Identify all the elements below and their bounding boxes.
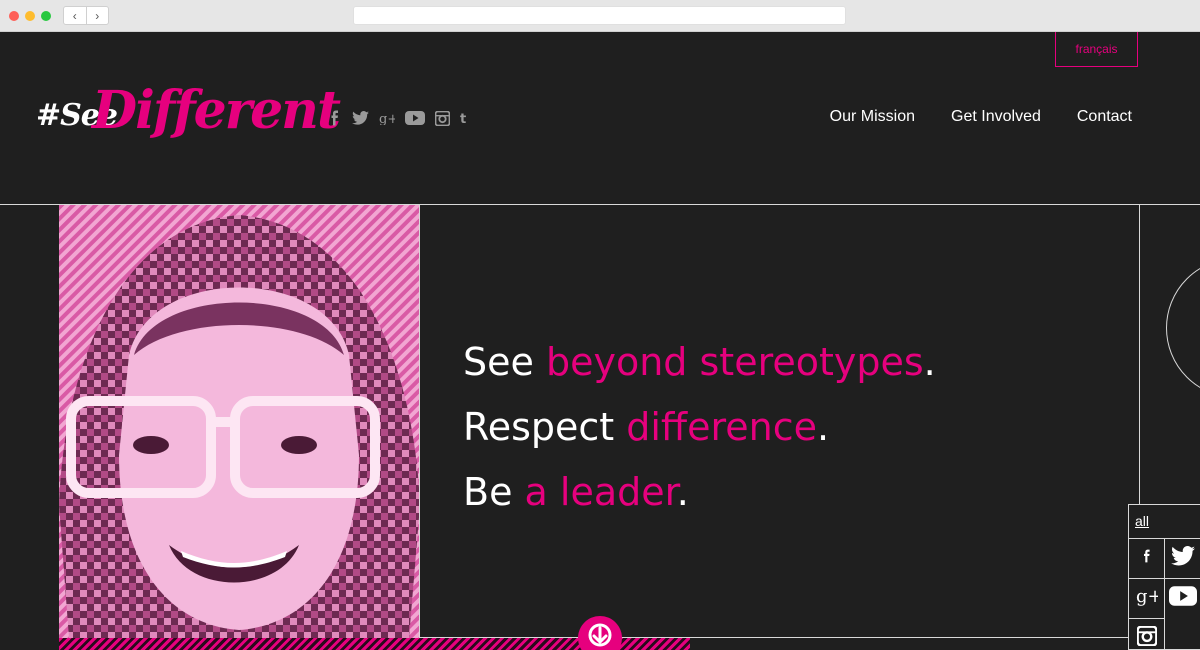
tagline-line-1-accent: beyond stereotypes	[545, 340, 924, 384]
share-facebook-button[interactable]	[1129, 538, 1165, 578]
svg-text:t: t	[460, 112, 466, 125]
share-youtube-button[interactable]	[1165, 578, 1200, 618]
facebook-icon	[1141, 545, 1153, 572]
minimize-window-icon[interactable]	[25, 11, 35, 21]
tagline-line-2-accent: difference	[626, 405, 818, 449]
tumblr-icon[interactable]: t	[460, 111, 470, 125]
svg-text:g+: g+	[379, 112, 395, 125]
browser-toolbar: ‹ ›	[0, 0, 1200, 32]
hero-photo	[59, 205, 420, 638]
twitter-icon[interactable]	[352, 111, 369, 125]
forward-arrow-icon[interactable]: ›	[85, 7, 109, 24]
address-bar[interactable]	[353, 6, 846, 25]
browser-nav-buttons: ‹ ›	[63, 6, 109, 25]
logo-main-text: Different	[92, 80, 341, 141]
tagline-line-3: Be a leader.	[463, 460, 936, 525]
tagline-line-1-end: .	[923, 340, 936, 384]
decorative-circle	[1166, 258, 1200, 398]
youtube-icon[interactable]	[405, 111, 425, 125]
close-window-icon[interactable]	[9, 11, 19, 21]
share-all-link[interactable]: all	[1135, 513, 1149, 529]
tagline-line-3-accent: a leader	[524, 470, 677, 514]
instagram-icon	[1135, 625, 1158, 650]
main-nav: Our Mission Get Involved Contact	[830, 108, 1132, 126]
tagline-line-2-plain: Respect	[463, 405, 627, 449]
maximize-window-icon[interactable]	[41, 11, 51, 21]
tagline-line-1-plain: See	[463, 340, 546, 384]
facebook-icon[interactable]	[328, 110, 342, 126]
tagline-line-2: Respect difference.	[463, 395, 936, 460]
share-panel: all g+	[1128, 504, 1200, 650]
svg-text:g+: g+	[1136, 586, 1158, 606]
back-arrow-icon[interactable]: ‹	[64, 7, 86, 24]
nav-contact[interactable]: Contact	[1077, 108, 1132, 126]
tagline-line-3-end: .	[676, 470, 689, 514]
youtube-icon	[1169, 586, 1197, 611]
share-instagram-button[interactable]	[1129, 618, 1165, 650]
share-google-plus-button[interactable]: g+	[1129, 578, 1165, 618]
hero-tagline: See beyond stereotypes. Respect differen…	[463, 330, 936, 525]
google-plus-icon: g+	[1136, 586, 1163, 611]
arrow-down-icon	[588, 623, 612, 650]
tagline-line-1: See beyond stereotypes.	[463, 330, 936, 395]
instagram-icon[interactable]	[435, 110, 450, 126]
tagline-line-2-end: .	[817, 405, 830, 449]
tagline-line-3-plain: Be	[463, 470, 525, 514]
page: français #See Different g+ t Our Mission…	[0, 32, 1200, 650]
twitter-icon	[1171, 546, 1195, 571]
google-plus-icon[interactable]: g+	[379, 111, 395, 125]
language-toggle-button[interactable]: français	[1055, 32, 1138, 67]
nav-our-mission[interactable]: Our Mission	[830, 108, 915, 126]
nav-get-involved[interactable]: Get Involved	[951, 108, 1041, 126]
share-twitter-button[interactable]	[1165, 538, 1200, 578]
header-social-links: g+ t	[328, 110, 470, 126]
